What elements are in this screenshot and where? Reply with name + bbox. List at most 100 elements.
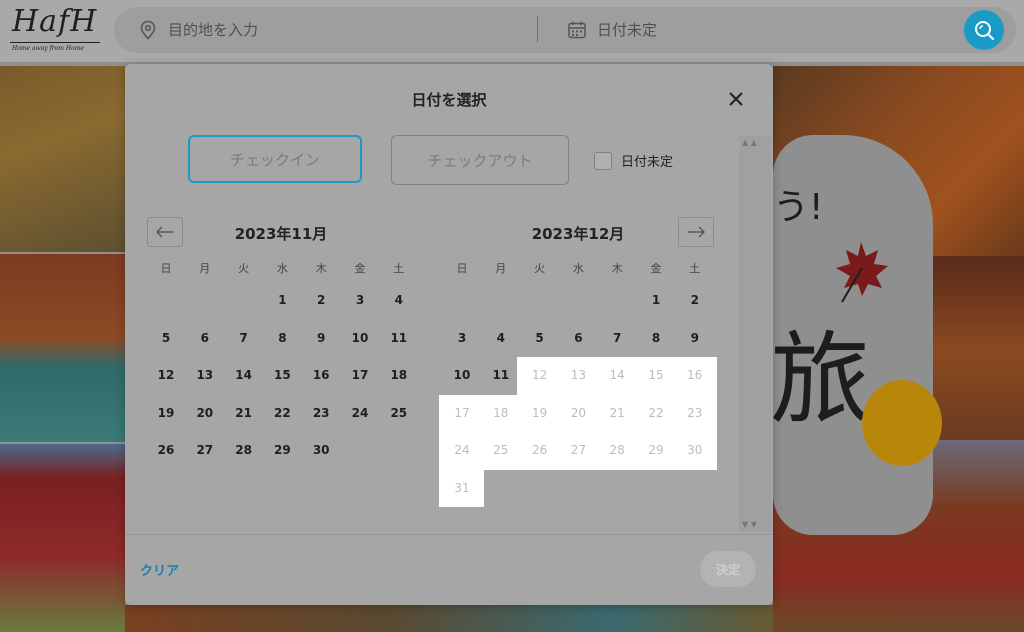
- weekday-header: 月: [199, 262, 211, 275]
- calendar-day[interactable]: 5: [147, 320, 185, 356]
- checkout-button[interactable]: チェックアウト: [391, 135, 569, 185]
- calendar-day[interactable]: 18: [380, 357, 418, 393]
- date-input[interactable]: 日付未定: [597, 19, 657, 40]
- calendar-day: 23: [687, 405, 703, 420]
- calendar-day[interactable]: 23: [302, 395, 340, 431]
- calendar-day[interactable]: 30: [302, 432, 340, 468]
- calendar-day[interactable]: 3: [443, 320, 481, 356]
- photo-maple-right: [930, 256, 1024, 446]
- calendar-day: 18: [493, 405, 509, 420]
- hafh-logo[interactable]: HafH Home away from Home: [6, 4, 100, 54]
- calendar-day[interactable]: 26: [147, 432, 185, 468]
- calendar-day[interactable]: 21: [225, 395, 263, 431]
- calendar-day[interactable]: 17: [341, 357, 379, 393]
- weekday-header: 木: [611, 262, 623, 275]
- date-undecided-checkbox[interactable]: [594, 152, 612, 170]
- month-title-november: 2023年11月: [234, 225, 328, 243]
- calendar-day: 19: [531, 405, 548, 420]
- calendar-day: 20: [570, 405, 587, 420]
- calendar-day[interactable]: 11: [482, 357, 520, 393]
- calendar-day[interactable]: 7: [598, 320, 636, 356]
- weekday-header: 水: [276, 262, 288, 275]
- calendar-day: 17: [454, 405, 470, 420]
- search-divider: [537, 16, 538, 42]
- calendar-day[interactable]: 10: [443, 357, 481, 393]
- calendar-day[interactable]: 16: [302, 357, 340, 393]
- calendar-day: 28: [609, 443, 625, 457]
- weekday-header: 日: [456, 262, 468, 275]
- arrow-right-icon: [688, 226, 705, 238]
- calendar-day[interactable]: 25: [380, 395, 418, 431]
- calendar-day: 24: [454, 443, 470, 457]
- calendar-day[interactable]: 14: [225, 357, 263, 393]
- calendar-day[interactable]: 6: [186, 320, 224, 356]
- calendar-day[interactable]: 2: [302, 282, 340, 318]
- calendar-day[interactable]: 22: [263, 395, 301, 431]
- checkin-button[interactable]: チェックイン: [188, 135, 362, 183]
- logo-tagline: Home away from Home: [12, 45, 84, 52]
- calendar-day[interactable]: 5: [521, 320, 559, 356]
- prev-month-button[interactable]: [147, 217, 183, 247]
- photo-bottom-strip: [125, 605, 775, 632]
- calendar-day: 22: [648, 405, 664, 420]
- arrow-left-icon: [156, 226, 173, 238]
- weekday-header: 日: [160, 262, 172, 275]
- scroll-down-arrow-icon[interactable]: ▼ ▼: [742, 520, 757, 529]
- month-title-december: 2023年12月: [531, 225, 625, 243]
- calendar-day: 29: [648, 443, 664, 457]
- photo-autumn-forest: [0, 66, 125, 252]
- calendar-day: 21: [609, 405, 625, 420]
- calendar-day[interactable]: 9: [676, 320, 714, 356]
- weekday-header: 金: [650, 262, 662, 275]
- calendar-day[interactable]: 1: [637, 282, 675, 318]
- calendar-icon: [568, 21, 586, 39]
- calendar-day[interactable]: 8: [637, 320, 675, 356]
- calendar-day[interactable]: 7: [225, 320, 263, 356]
- date-picker-modal: 日付を選択 チェックイン チェックアウト 日付未定 2023年11月 2023年…: [125, 64, 773, 605]
- calendar-day: 25: [493, 443, 509, 457]
- calendar-day[interactable]: 1: [263, 282, 301, 318]
- calendar-day[interactable]: 4: [482, 320, 520, 356]
- confirm-button[interactable]: 決定: [700, 551, 756, 587]
- clear-button[interactable]: クリア: [140, 560, 179, 579]
- banner-text-tabi: 旅: [770, 321, 870, 438]
- weekday-header: 金: [354, 262, 366, 275]
- calendar-day[interactable]: 12: [147, 357, 185, 393]
- calendar-day[interactable]: 11: [380, 320, 418, 356]
- calendar-day[interactable]: 3: [341, 282, 379, 318]
- footer-divider: [125, 534, 773, 535]
- calendar-day[interactable]: 29: [263, 432, 301, 468]
- calendar-day: 26: [531, 443, 548, 457]
- close-icon[interactable]: [725, 88, 747, 110]
- banner-text-u: う!: [773, 187, 824, 228]
- calendar-day[interactable]: 24: [341, 395, 379, 431]
- date-undecided-label: 日付未定: [621, 155, 674, 170]
- calendar-day[interactable]: 8: [263, 320, 301, 356]
- photo-red-bushes: [0, 444, 125, 632]
- calendar-day[interactable]: 20: [186, 395, 224, 431]
- weekday-header: 土: [689, 262, 701, 275]
- modal-title: 日付を選択: [411, 91, 487, 109]
- map-pin-icon: [140, 20, 156, 40]
- calendar-day[interactable]: 27: [186, 432, 224, 468]
- calendar-day[interactable]: 19: [147, 395, 185, 431]
- calendar-day[interactable]: 4: [380, 282, 418, 318]
- banner-yellow-circle: [862, 380, 942, 466]
- next-month-button[interactable]: [678, 217, 714, 247]
- photo-lake-boat: [0, 254, 125, 442]
- calendar-day[interactable]: 9: [302, 320, 340, 356]
- logo-text: HafH: [12, 4, 98, 39]
- scroll-up-arrow-icon[interactable]: ▲ ▲: [742, 138, 757, 147]
- calendar-day[interactable]: 2: [676, 282, 714, 318]
- calendar-day[interactable]: 15: [263, 357, 301, 393]
- weekday-header: 土: [393, 262, 405, 275]
- search-button[interactable]: [964, 10, 1004, 50]
- calendar-day[interactable]: 6: [559, 320, 597, 356]
- calendar-day[interactable]: 28: [225, 432, 263, 468]
- scrollbar[interactable]: ▲ ▲ ▼ ▼: [739, 136, 771, 532]
- calendar-day[interactable]: 13: [186, 357, 224, 393]
- calendar-day: 13: [570, 368, 587, 382]
- destination-input[interactable]: 目的地を入力: [168, 19, 258, 40]
- logo-underline: [10, 42, 100, 43]
- calendar-day[interactable]: 10: [341, 320, 379, 356]
